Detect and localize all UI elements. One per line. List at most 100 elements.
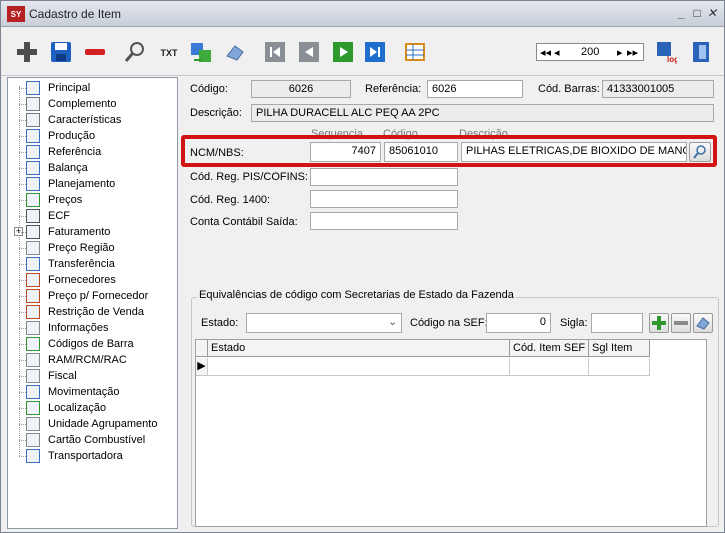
- equivalencias-grid: Estado Cód. Item SEF Sgl Item ▶: [195, 339, 707, 527]
- app-logo-icon: SY: [7, 6, 25, 22]
- tree-branch-line: [19, 296, 26, 297]
- tree-item[interactable]: Fiscal: [8, 368, 177, 384]
- save-icon[interactable]: [49, 40, 73, 64]
- tree-item[interactable]: Complemento: [8, 96, 177, 112]
- grid-header-sgl-item[interactable]: Sgl Item: [589, 340, 650, 357]
- tree-item[interactable]: Transferência: [8, 256, 177, 272]
- descricao-label: Descrição:: [190, 107, 242, 119]
- tree-item-label: Unidade Agrupamento: [48, 418, 158, 430]
- remove-equivalencia-button[interactable]: [671, 313, 691, 333]
- first-record-icon[interactable]: [263, 40, 287, 64]
- tree-item[interactable]: Códigos de Barra: [8, 336, 177, 352]
- tree-item[interactable]: Transportadora: [8, 448, 177, 464]
- search-icon[interactable]: [123, 40, 147, 64]
- tree-item[interactable]: Preço Região: [8, 240, 177, 256]
- minus-icon: [674, 321, 688, 325]
- movement-icon: [26, 385, 40, 399]
- tree-item[interactable]: Faturamento: [8, 224, 177, 240]
- tree-item[interactable]: Fornecedores: [8, 272, 177, 288]
- minimize-icon[interactable]: _: [675, 6, 689, 20]
- window-title: Cadastro de Item: [29, 7, 122, 21]
- tree-branch-line: [19, 360, 26, 361]
- maximize-icon[interactable]: □: [690, 6, 704, 20]
- tree-item-label: Fiscal: [48, 370, 77, 382]
- txt-export-icon[interactable]: TXT: [157, 40, 181, 64]
- previous-record-icon[interactable]: [297, 40, 321, 64]
- clip-icon: [26, 113, 40, 127]
- grid-header-cod-item-sef[interactable]: Cód. Item SEF: [510, 340, 589, 357]
- add-equivalencia-button[interactable]: [649, 313, 669, 333]
- grid-view-icon[interactable]: [403, 40, 427, 64]
- next-record-icon[interactable]: [331, 40, 355, 64]
- pis-cofins-field[interactable]: [310, 168, 458, 186]
- tree-item[interactable]: Preço p/ Fornecedor: [8, 288, 177, 304]
- referencia-field[interactable]: 6026: [427, 80, 523, 98]
- ecf-icon: [26, 209, 40, 223]
- tree-branch-line: [19, 216, 26, 217]
- sigla-label: Sigla:: [560, 317, 588, 329]
- nav-next-button[interactable]: ▸: [617, 46, 623, 59]
- eraser-icon[interactable]: [223, 40, 247, 64]
- tree-item[interactable]: Localização: [8, 400, 177, 416]
- scale-icon: [26, 161, 40, 175]
- barcode-icon: [26, 337, 40, 351]
- exit-icon[interactable]: [689, 40, 713, 64]
- tree-item[interactable]: Características: [8, 112, 177, 128]
- tree-item[interactable]: Cartão Combustível: [8, 432, 177, 448]
- tree-item[interactable]: Movimentação: [8, 384, 177, 400]
- tree-item[interactable]: Balança: [8, 160, 177, 176]
- tree-item[interactable]: ECF: [8, 208, 177, 224]
- delete-icon[interactable]: [83, 40, 107, 64]
- record-navigator[interactable]: ◂◂ ◂ 200 ▸ ▸▸: [536, 43, 644, 61]
- record-number[interactable]: 200: [581, 46, 599, 58]
- descricao-field[interactable]: PILHA DURACELL ALC PEQ AA 2PC: [251, 104, 714, 122]
- edit-equivalencia-button[interactable]: [693, 313, 713, 333]
- log-icon[interactable]: log: [653, 40, 677, 64]
- refresh-icon[interactable]: [189, 40, 213, 64]
- tree-item-label: Transferência: [48, 258, 115, 270]
- ncm-sequencia-field[interactable]: 7407: [310, 142, 381, 162]
- nav-first-button[interactable]: ◂◂: [540, 46, 551, 59]
- ncm-codigo-field[interactable]: 85061010: [384, 142, 458, 162]
- last-record-icon[interactable]: [363, 40, 387, 64]
- tree-item[interactable]: Produção: [8, 128, 177, 144]
- ncm-lookup-button[interactable]: [689, 142, 711, 162]
- tree-item[interactable]: Informações: [8, 320, 177, 336]
- equivalencias-title: Equivalências de código com Secretarias …: [197, 289, 516, 301]
- tree-item[interactable]: Planejamento: [8, 176, 177, 192]
- tree-item[interactable]: Restrição de Venda: [8, 304, 177, 320]
- document-icon: [26, 353, 40, 367]
- tree-item[interactable]: Referência: [8, 144, 177, 160]
- conta-contabil-field[interactable]: [310, 212, 458, 230]
- codigo-sef-field[interactable]: 0: [486, 313, 551, 333]
- codigo-barras-field[interactable]: 41333001005: [602, 80, 714, 98]
- tree-branch-line: [19, 312, 26, 313]
- grid-cell-sgl-item[interactable]: [589, 358, 650, 376]
- tree-item-label: Cartão Combustível: [48, 434, 146, 446]
- nav-prev-button[interactable]: ◂: [554, 46, 560, 59]
- production-icon: [26, 129, 40, 143]
- tree-item[interactable]: Unidade Agrupamento: [8, 416, 177, 432]
- nav-last-button[interactable]: ▸▸: [627, 46, 638, 59]
- tree-branch-line: [19, 248, 26, 249]
- grid-cell-estado[interactable]: [208, 358, 510, 376]
- tree-item[interactable]: RAM/RCM/RAC: [8, 352, 177, 368]
- grid-header-estado[interactable]: Estado: [208, 340, 510, 357]
- ncm-descricao-field[interactable]: PILHAS ELETRICAS,DE BIOXIDO DE MANGANE: [461, 142, 687, 162]
- tree-item[interactable]: Preços: [8, 192, 177, 208]
- log-label: log: [667, 55, 677, 64]
- fiscal-icon: [26, 369, 40, 383]
- list-icon: [26, 81, 40, 95]
- tree-item-label: Movimentação: [48, 386, 120, 398]
- grid-cell-cod-item-sef[interactable]: [510, 358, 589, 376]
- tree-item[interactable]: Principal: [8, 80, 177, 96]
- tree-item-label: Fornecedores: [48, 274, 116, 286]
- add-icon[interactable]: [15, 40, 39, 64]
- estado-select[interactable]: [246, 313, 402, 333]
- codigo-field[interactable]: 6026: [251, 80, 351, 98]
- chevron-down-icon[interactable]: ⌄: [388, 315, 397, 328]
- tree-branch-line: [19, 136, 26, 137]
- reg-1400-field[interactable]: [310, 190, 458, 208]
- sigla-field[interactable]: [591, 313, 643, 333]
- close-icon[interactable]: ✕: [705, 6, 719, 20]
